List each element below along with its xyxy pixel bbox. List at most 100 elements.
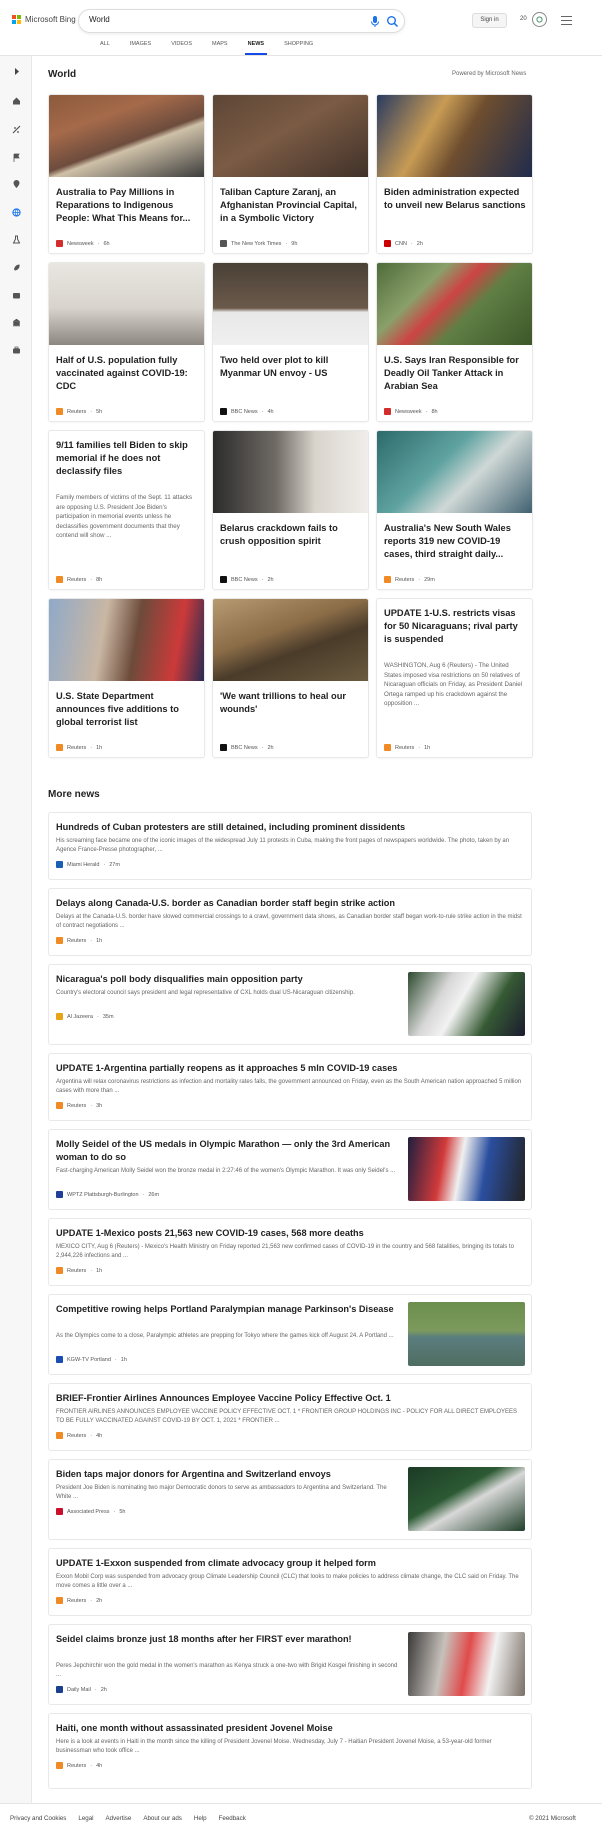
search-icon[interactable] bbox=[386, 15, 399, 28]
more-news-image[interactable] bbox=[408, 1467, 525, 1531]
news-card-title[interactable]: Australia's New South Wales reports 319 … bbox=[384, 522, 527, 561]
news-card-title[interactable]: UPDATE 1-U.S. restricts visas for 50 Nic… bbox=[384, 607, 527, 646]
more-news-title-link[interactable]: Haiti, one month without assassinated pr… bbox=[56, 1722, 524, 1735]
news-card-title[interactable]: Biden administration expected to unveil … bbox=[384, 186, 527, 212]
news-card-title[interactable]: U.S. State Department announces five add… bbox=[56, 690, 199, 729]
news-card[interactable]: Belarus crackdown fails to crush opposit… bbox=[212, 430, 369, 590]
more-news-item[interactable]: Haiti, one month without assassinated pr… bbox=[48, 1713, 532, 1789]
news-card-image[interactable] bbox=[377, 95, 532, 177]
more-news-title-link[interactable]: UPDATE 1-Exxon suspended from climate ad… bbox=[56, 1557, 524, 1570]
more-news-title-link[interactable]: Nicaragua's poll body disqualifies main … bbox=[56, 973, 402, 986]
footer-link-help[interactable]: Help bbox=[194, 1815, 207, 1822]
footer-link-about-our-ads[interactable]: About our ads bbox=[143, 1815, 182, 1822]
more-news-item[interactable]: BRIEF-Frontier Airlines Announces Employ… bbox=[48, 1383, 532, 1451]
news-card-image[interactable] bbox=[377, 263, 532, 345]
scope-tab-maps[interactable]: MAPS bbox=[202, 40, 238, 55]
news-card-title[interactable]: Australia to Pay Millions in Reparations… bbox=[56, 186, 199, 225]
location-pin-icon bbox=[13, 179, 19, 188]
news-card-title[interactable]: Half of U.S. population fully vaccinated… bbox=[56, 354, 199, 393]
news-card[interactable]: Australia's New South Wales reports 319 … bbox=[376, 430, 533, 590]
news-card[interactable]: U.S. Says Iran Responsible for Deadly Oi… bbox=[376, 262, 533, 422]
more-news-item[interactable]: Competitive rowing helps Portland Paraly… bbox=[48, 1294, 532, 1375]
microphone-icon[interactable] bbox=[369, 15, 381, 28]
news-card-image[interactable] bbox=[213, 95, 368, 177]
news-card-image[interactable] bbox=[49, 599, 204, 681]
news-card[interactable]: Taliban Capture Zaranj, an Afghanistan P… bbox=[212, 94, 369, 254]
rail-item-home[interactable] bbox=[9, 93, 23, 107]
more-news-item[interactable]: UPDATE 1-Argentina partially reopens as … bbox=[48, 1053, 532, 1121]
news-card[interactable]: UPDATE 1-U.S. restricts visas for 50 Nic… bbox=[376, 598, 533, 758]
news-card-title[interactable]: 9/11 families tell Biden to skip memoria… bbox=[56, 439, 199, 478]
footer-link-feedback[interactable]: Feedback bbox=[219, 1815, 246, 1822]
news-card[interactable]: Two held over plot to kill Myanmar UN en… bbox=[212, 262, 369, 422]
more-news-item[interactable]: UPDATE 1-Mexico posts 21,563 new COVID-1… bbox=[48, 1218, 532, 1286]
sign-in-button[interactable]: Sign in bbox=[472, 13, 507, 28]
rail-item-globe[interactable] bbox=[9, 205, 23, 219]
scope-tab-videos[interactable]: VIDEOS bbox=[161, 40, 202, 55]
more-news-title-link[interactable]: Molly Seidel of the US medals in Olympic… bbox=[56, 1138, 402, 1164]
rail-item-flag[interactable] bbox=[9, 150, 23, 164]
news-card[interactable]: Biden administration expected to unveil … bbox=[376, 94, 533, 254]
rail-item-business[interactable] bbox=[9, 343, 23, 357]
scope-tab-all[interactable]: ALL bbox=[90, 40, 120, 55]
publisher-name: Reuters bbox=[67, 937, 87, 944]
separator-dot: · bbox=[90, 1102, 93, 1109]
news-card-image[interactable] bbox=[213, 263, 368, 345]
news-card[interactable]: 9/11 families tell Biden to skip memoria… bbox=[48, 430, 205, 590]
news-card[interactable]: Australia to Pay Millions in Reparations… bbox=[48, 94, 205, 254]
news-card-title[interactable]: Two held over plot to kill Myanmar UN en… bbox=[220, 354, 363, 380]
more-news-title-link[interactable]: Hundreds of Cuban protesters are still d… bbox=[56, 821, 524, 834]
rail-item-location-pin[interactable] bbox=[9, 176, 23, 190]
more-news-image[interactable] bbox=[408, 972, 525, 1036]
rail-item-expand[interactable] bbox=[9, 64, 23, 78]
news-card[interactable]: 'We want trillions to heal our wounds' BB… bbox=[212, 598, 369, 758]
news-card-image[interactable] bbox=[49, 95, 204, 177]
more-news-item[interactable]: Nicaragua's poll body disqualifies main … bbox=[48, 964, 532, 1045]
news-card-title[interactable]: Taliban Capture Zaranj, an Afghanistan P… bbox=[220, 186, 363, 225]
news-card-image[interactable] bbox=[377, 431, 532, 513]
more-news-title-link[interactable]: Seidel claims bronze just 18 months afte… bbox=[56, 1633, 402, 1646]
rail-item-politics[interactable] bbox=[9, 315, 23, 329]
menu-hamburger-icon[interactable] bbox=[561, 16, 572, 25]
scope-tab-shopping[interactable]: SHOPPING bbox=[274, 40, 323, 55]
more-news-title-link[interactable]: UPDATE 1-Argentina partially reopens as … bbox=[56, 1062, 524, 1075]
footer-link-legal[interactable]: Legal bbox=[78, 1815, 93, 1822]
rewards-count[interactable]: 20 bbox=[520, 16, 527, 22]
separator-dot: · bbox=[94, 1686, 97, 1693]
more-news-item[interactable]: Molly Seidel of the US medals in Olympic… bbox=[48, 1129, 532, 1210]
rail-item-science[interactable] bbox=[9, 232, 23, 246]
news-card[interactable]: Half of U.S. population fully vaccinated… bbox=[48, 262, 205, 422]
more-news-title-link[interactable]: UPDATE 1-Mexico posts 21,563 new COVID-1… bbox=[56, 1227, 524, 1240]
news-card[interactable]: U.S. State Department announces five add… bbox=[48, 598, 205, 758]
news-card-image[interactable] bbox=[213, 599, 368, 681]
more-news-image[interactable] bbox=[408, 1632, 525, 1696]
footer-link-advertise[interactable]: Advertise bbox=[106, 1815, 132, 1822]
more-news-title-link[interactable]: Delays along Canada-U.S. border as Canad… bbox=[56, 897, 524, 910]
more-news-item[interactable]: Delays along Canada-U.S. border as Canad… bbox=[48, 888, 532, 956]
more-news-title-link[interactable]: Competitive rowing helps Portland Paraly… bbox=[56, 1303, 402, 1316]
scope-tab-images[interactable]: IMAGES bbox=[120, 40, 161, 55]
news-card-title[interactable]: 'We want trillions to heal our wounds' bbox=[220, 690, 363, 716]
more-news-item[interactable]: UPDATE 1-Exxon suspended from climate ad… bbox=[48, 1548, 532, 1616]
rail-item-entertainment[interactable] bbox=[9, 288, 23, 302]
footer-link-privacy-and-cookies[interactable]: Privacy and Cookies bbox=[10, 1815, 66, 1822]
more-news-title-link[interactable]: BRIEF-Frontier Airlines Announces Employ… bbox=[56, 1392, 524, 1405]
more-news-image[interactable] bbox=[408, 1137, 525, 1201]
more-news-item[interactable]: Seidel claims bronze just 18 months afte… bbox=[48, 1624, 532, 1705]
more-news-image[interactable] bbox=[408, 1302, 525, 1366]
rewards-medal-icon[interactable] bbox=[532, 12, 547, 27]
search-input[interactable] bbox=[89, 15, 339, 24]
news-card-title[interactable]: Belarus crackdown fails to crush opposit… bbox=[220, 522, 363, 548]
publisher-name: Miami Herald bbox=[67, 861, 100, 868]
bing-logo[interactable]: Microsoft Bing bbox=[12, 15, 76, 24]
scope-tab-news[interactable]: NEWS bbox=[238, 40, 275, 55]
rail-item-rocket[interactable] bbox=[9, 260, 23, 274]
news-card-title[interactable]: U.S. Says Iran Responsible for Deadly Oi… bbox=[384, 354, 527, 393]
news-card-image[interactable] bbox=[213, 431, 368, 513]
more-news-item[interactable]: Hundreds of Cuban protesters are still d… bbox=[48, 812, 532, 880]
more-news-title-link[interactable]: Biden taps major donors for Argentina an… bbox=[56, 1468, 402, 1481]
separator-dot: · bbox=[142, 1191, 145, 1198]
more-news-item[interactable]: Biden taps major donors for Argentina an… bbox=[48, 1459, 532, 1540]
news-card-image[interactable] bbox=[49, 263, 204, 345]
rail-item-sports[interactable] bbox=[9, 122, 23, 136]
